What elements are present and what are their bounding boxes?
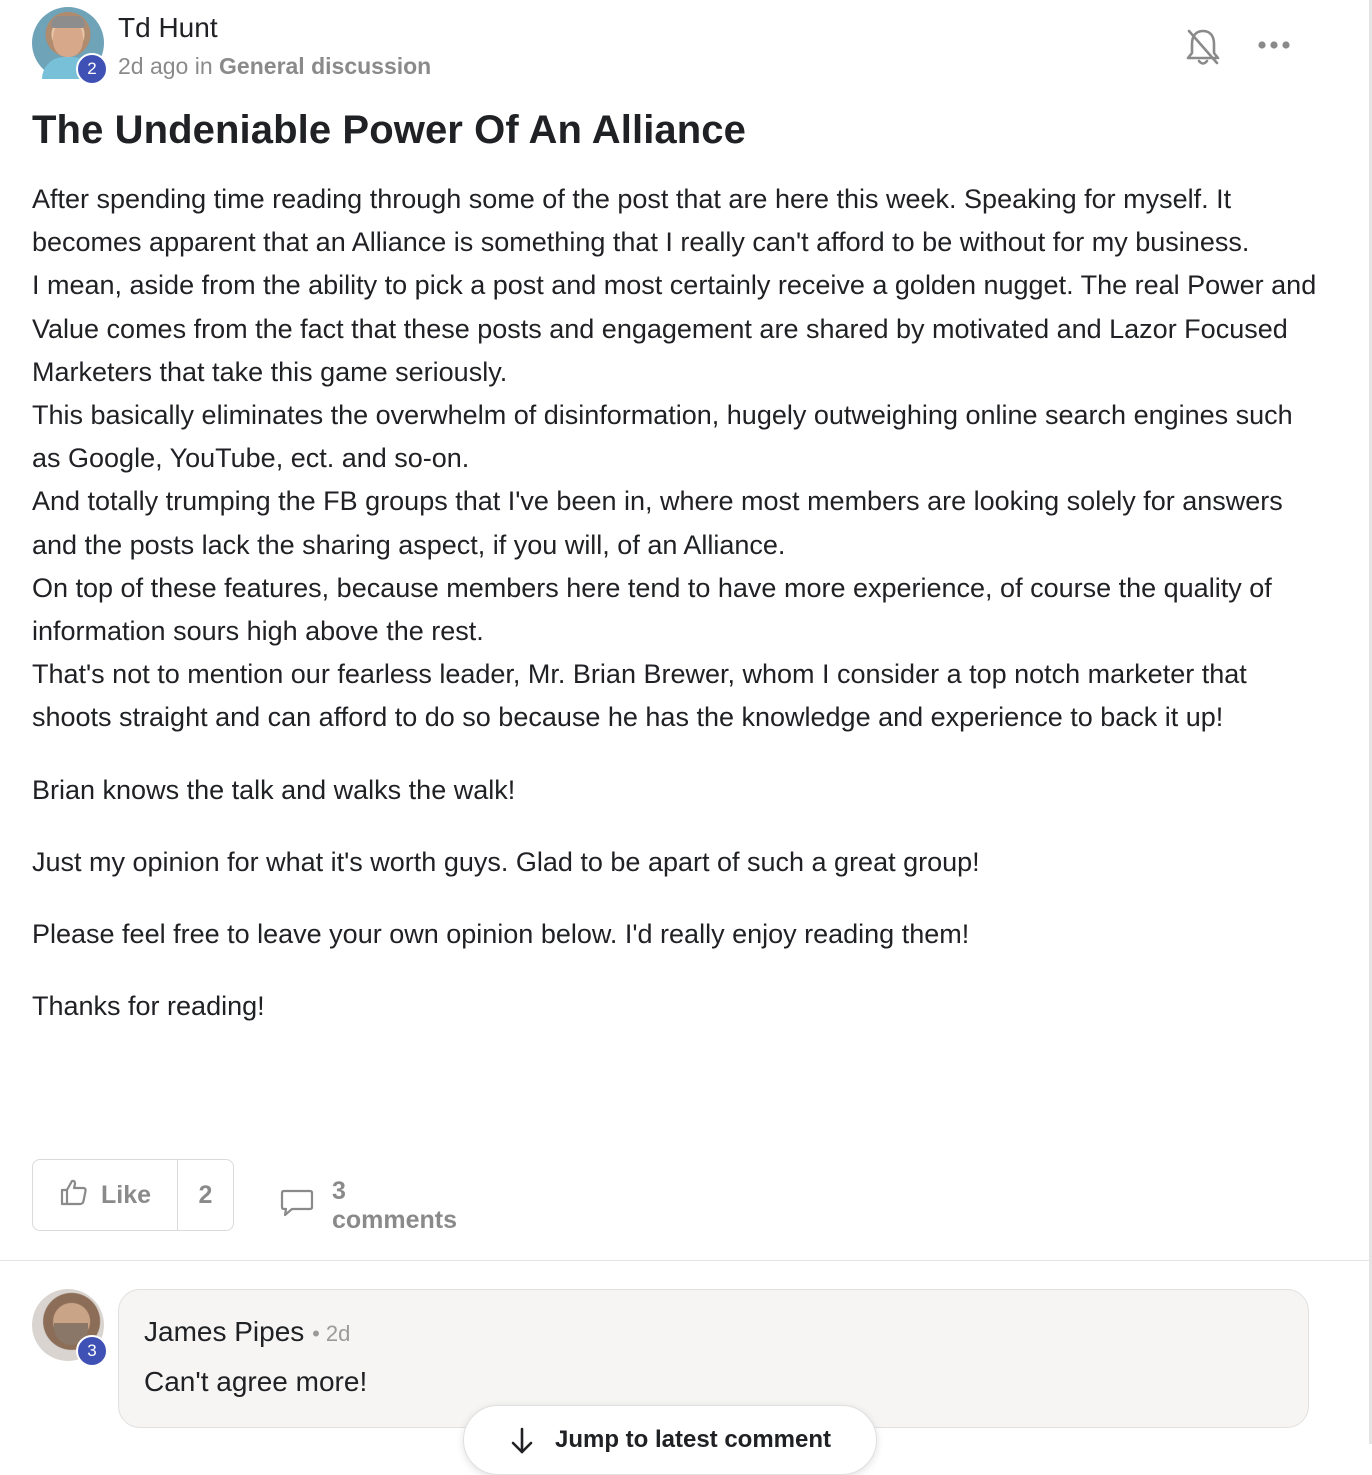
post-title: The Undeniable Power Of An Alliance <box>32 108 746 152</box>
author-name[interactable]: Td Hunt <box>118 12 218 44</box>
post-paragraph: I mean, aside from the ability to pick a… <box>32 270 1317 387</box>
post-paragraph: This basically eliminates the overwhelm … <box>32 400 1293 474</box>
like-label: Like <box>100 1180 152 1209</box>
post-paragraph: And totally trumping the FB groups that … <box>32 486 1283 560</box>
more-horizontal-icon[interactable] <box>1257 38 1291 57</box>
section-divider <box>0 1260 1369 1261</box>
commenter-name[interactable]: James Pipes <box>144 1316 304 1347</box>
post-paragraph: On top of these features, because member… <box>32 572 1272 647</box>
post-paragraph: Thanks for reading! <box>32 991 265 1022</box>
jump-to-latest-comment-button[interactable]: Jump to latest comment <box>463 1405 877 1475</box>
like-count[interactable]: 2 <box>178 1181 233 1210</box>
post-in-word: in <box>194 53 213 79</box>
post-meta: 2d ago in General discussion <box>118 53 431 80</box>
comment-text: Can't agree more! <box>144 1366 368 1397</box>
comments-button[interactable]: 3 comments <box>280 1177 457 1235</box>
avatar-hair <box>51 16 85 28</box>
post-paragraph: Please feel free to leave your own opini… <box>32 919 970 950</box>
post-paragraph: Brian knows the talk and walks the walk! <box>32 774 516 805</box>
post-paragraph: Just my opinion for what it's worth guys… <box>32 846 980 877</box>
author-avatar[interactable]: 2 <box>32 7 108 85</box>
post-paragraph: After spending time reading through some… <box>32 184 1250 258</box>
post-category-link[interactable]: General discussion <box>219 53 431 79</box>
commenter-avatar[interactable]: 3 <box>32 1289 108 1367</box>
commenter-name-line: James Pipes • 2d <box>144 1316 350 1348</box>
like-control: Like 2 <box>32 1159 234 1231</box>
post-time: 2d ago <box>118 53 189 79</box>
thumbs-up-icon <box>59 1177 89 1214</box>
arrow-down-icon <box>509 1426 535 1463</box>
comment-bubble-icon <box>280 1188 314 1225</box>
jump-label: Jump to latest comment <box>554 1426 832 1453</box>
comments-label: 3 comments <box>332 1177 458 1234</box>
comment-time: • 2d <box>312 1321 351 1346</box>
bell-off-icon[interactable] <box>1184 26 1222 73</box>
post-body: After spending time reading through some… <box>32 178 1322 1028</box>
author-level-badge: 2 <box>76 53 108 85</box>
like-button[interactable]: Like <box>33 1160 178 1230</box>
post-paragraph: That's not to mention our fearless leade… <box>32 659 1247 733</box>
commenter-level-badge: 3 <box>76 1335 108 1367</box>
